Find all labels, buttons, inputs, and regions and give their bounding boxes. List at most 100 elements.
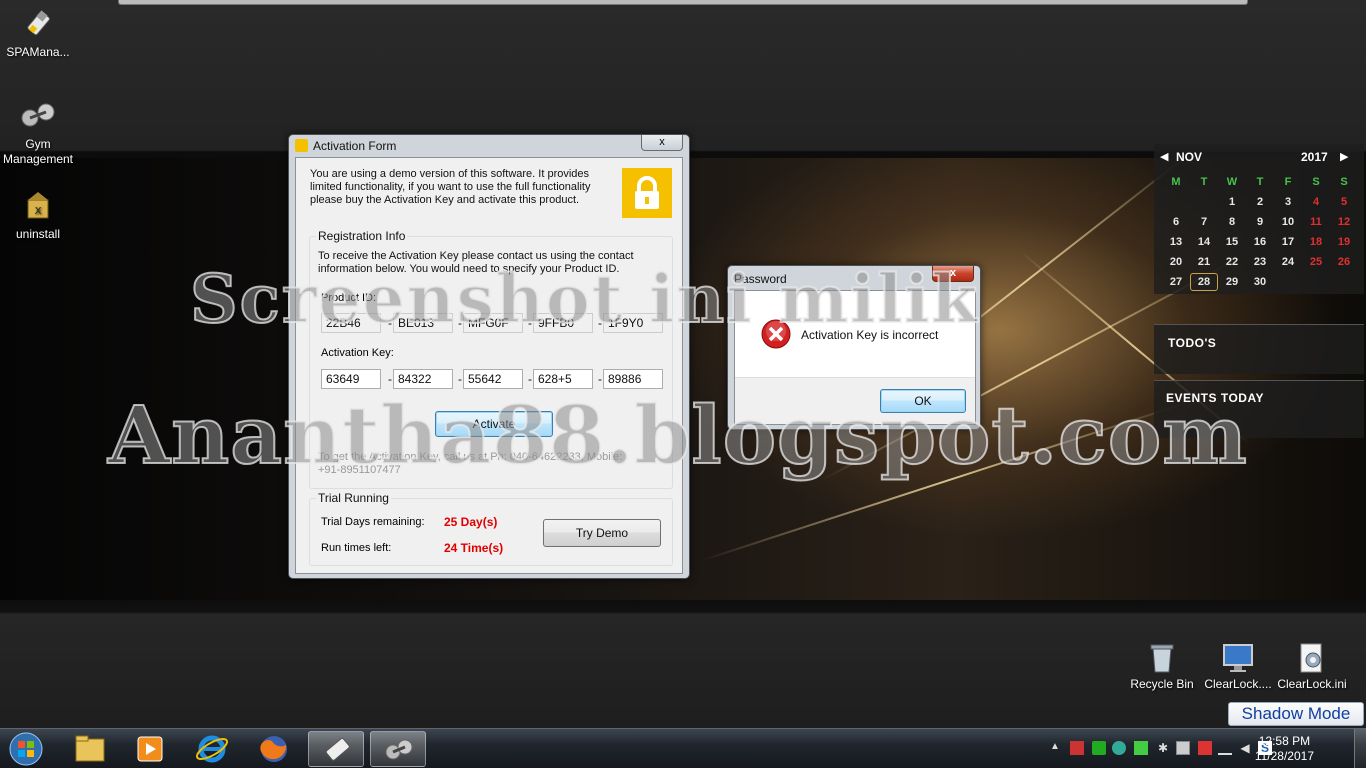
close-button[interactable]: x <box>641 135 683 151</box>
calendar-day[interactable]: 27 <box>1162 272 1190 292</box>
todos-gadget[interactable]: TODO'S <box>1154 324 1364 374</box>
calendar-day[interactable]: 19 <box>1330 232 1358 252</box>
calendar-gadget: ◀ NOV 2017 ▶ M T W T F S S 1 2 3 4 5 6 7 8 9 10 11 12 13 14 1… <box>1154 144 1364 294</box>
calendar-day[interactable]: 6 <box>1162 212 1190 232</box>
desktop-icon-uninstall[interactable]: X uninstall <box>0 188 76 242</box>
bluetooth-icon[interactable]: ✱ <box>1156 741 1170 755</box>
activation-key-field-4[interactable]: 628+5 <box>533 369 593 389</box>
calendar-day[interactable]: 18 <box>1302 232 1330 252</box>
taskbar-firefox[interactable] <box>246 731 302 767</box>
separator: - <box>458 372 462 386</box>
product-id-field-2[interactable]: BE013 <box>393 313 453 333</box>
calendar-day[interactable]: 16 <box>1246 232 1274 252</box>
calendar-day[interactable]: 7 <box>1190 212 1218 232</box>
calendar-day[interactable]: 3 <box>1274 192 1302 212</box>
calendar-day[interactable]: 9 <box>1246 212 1274 232</box>
calendar-day[interactable]: 22 <box>1218 252 1246 272</box>
trial-days-value: 25 Day(s) <box>444 515 498 529</box>
calendar-day[interactable]: 26 <box>1330 252 1358 272</box>
activation-form-titlebar[interactable]: Activation Form x <box>289 135 689 157</box>
calendar-day[interactable]: 24 <box>1274 252 1302 272</box>
top-window-edge <box>118 0 1248 5</box>
calendar-day[interactable]: 13 <box>1162 232 1190 252</box>
calendar-day[interactable]: 11 <box>1302 212 1330 232</box>
product-id-field-1[interactable]: 22B46 <box>321 313 381 333</box>
shadow-mode-button[interactable]: Shadow Mode <box>1228 702 1364 726</box>
desktop-icon-gym-management[interactable]: Gym Management <box>0 98 76 167</box>
volume-icon[interactable]: ◀ <box>1238 741 1252 755</box>
tray-flag-icon[interactable] <box>1070 741 1084 755</box>
tray-security-icon[interactable] <box>1092 741 1106 755</box>
calendar-day[interactable]: 25 <box>1302 252 1330 272</box>
separator: - <box>598 316 602 330</box>
activation-key-field-3[interactable]: 55642 <box>463 369 523 389</box>
show-hidden-icons-arrow-icon[interactable]: ▲ <box>1050 741 1060 752</box>
calendar-empty-cell <box>1274 272 1302 292</box>
calendar-day[interactable]: 8 <box>1218 212 1246 232</box>
calendar-week-row: 20 21 22 23 24 25 26 <box>1162 252 1358 272</box>
tray-sync-icon[interactable] <box>1134 741 1148 755</box>
todos-heading: TODO'S <box>1168 336 1217 350</box>
recycle-bin-icon <box>1147 642 1177 674</box>
registration-legend: Registration Info <box>316 229 408 243</box>
product-id-field-4[interactable]: 9FFB0 <box>533 313 593 333</box>
calendar-day[interactable]: 30 <box>1246 272 1274 292</box>
taskbar-media-player[interactable] <box>122 731 178 767</box>
contact-text: To get the Activation Key, call us at Ph… <box>318 451 623 476</box>
show-desktop-button[interactable] <box>1354 729 1366 768</box>
calendar-day[interactable]: 14 <box>1190 232 1218 252</box>
calendar-day[interactable]: 10 <box>1274 212 1302 232</box>
calendar-day[interactable]: 2 <box>1246 192 1274 212</box>
events-gadget[interactable]: EVENTS TODAY <box>1154 380 1364 438</box>
calendar-empty-cell <box>1302 272 1330 292</box>
calendar-day[interactable]: 28 <box>1190 273 1218 291</box>
taskbar-spamanager[interactable] <box>308 731 364 767</box>
calendar-day[interactable]: 5 <box>1330 192 1358 212</box>
desktop-icon-clearlock-ini[interactable]: ClearLock.ini <box>1274 642 1350 692</box>
calendar-day[interactable]: 23 <box>1246 252 1274 272</box>
close-button[interactable]: x <box>932 266 974 282</box>
tray-display-icon[interactable] <box>1176 741 1190 755</box>
activation-key-field-1[interactable]: 63649 <box>321 369 381 389</box>
calendar-day[interactable]: 17 <box>1274 232 1302 252</box>
taskbar: ▲ ✱ ◀ S 12:58 PM 11/28/2017 <box>0 728 1366 768</box>
calendar-day[interactable]: 15 <box>1218 232 1246 252</box>
next-month-arrow-icon[interactable]: ▶ <box>1340 150 1348 163</box>
calendar-day[interactable]: 4 <box>1302 192 1330 212</box>
desktop-icon-label: ClearLock.ini <box>1277 677 1347 691</box>
tray-update-icon[interactable] <box>1112 741 1126 755</box>
run-times-value: 24 Time(s) <box>444 541 504 555</box>
activation-key-label: Activation Key: <box>321 347 394 359</box>
calendar-day[interactable]: 20 <box>1162 252 1190 272</box>
desktop-icon-clearlock[interactable]: ClearLock.... <box>1200 642 1276 692</box>
previous-month-arrow-icon[interactable]: ◀ <box>1160 150 1168 163</box>
password-dialog-titlebar[interactable]: Password x <box>728 266 980 288</box>
calendar-empty-cell <box>1330 272 1358 292</box>
network-icon[interactable] <box>1218 741 1232 755</box>
password-dialog: Password x Activation Key is incorrect O… <box>727 265 981 430</box>
product-id-field-5[interactable]: 1F9Y0 <box>603 313 663 333</box>
calendar-day[interactable]: 29 <box>1218 272 1246 292</box>
taskbar-internet-explorer[interactable] <box>184 731 240 767</box>
taskbar-gym-management[interactable] <box>370 731 426 767</box>
clock[interactable]: 12:58 PM 11/28/2017 <box>1255 734 1314 764</box>
try-demo-button[interactable]: Try Demo <box>543 519 661 547</box>
intro-text: You are using a demo version of this sof… <box>310 168 591 206</box>
calendar-day[interactable]: 1 <box>1218 192 1246 212</box>
calendar-empty-cell <box>1162 192 1190 212</box>
desktop-icon-spamanager[interactable]: SPAMana... <box>0 6 76 60</box>
desktop-icon-recycle-bin[interactable]: Recycle Bin <box>1124 642 1200 692</box>
registration-info-group: Registration Info To receive the Activat… <box>309 229 673 489</box>
activate-button[interactable]: Activate <box>435 411 553 437</box>
calendar-day[interactable]: 21 <box>1190 252 1218 272</box>
ok-button[interactable]: OK <box>880 389 966 413</box>
tray-alert-icon[interactable] <box>1198 741 1212 755</box>
activation-key-field-5[interactable]: 89886 <box>603 369 663 389</box>
activation-key-field-2[interactable]: 84322 <box>393 369 453 389</box>
product-id-field-3[interactable]: MFG0F <box>463 313 523 333</box>
calendar-day[interactable]: 12 <box>1330 212 1358 232</box>
start-button[interactable] <box>6 731 46 767</box>
trial-legend: Trial Running <box>316 491 391 505</box>
calendar-weekday: T <box>1256 176 1264 188</box>
taskbar-explorer[interactable] <box>62 731 118 767</box>
